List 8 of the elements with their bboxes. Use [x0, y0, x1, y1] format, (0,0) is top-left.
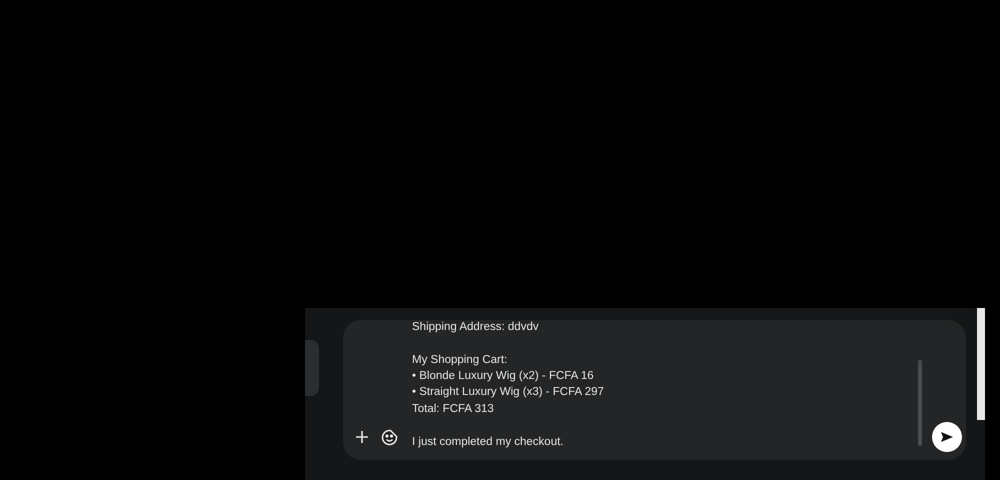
send-button[interactable]	[932, 422, 962, 452]
sticker-button[interactable]	[381, 429, 398, 446]
page-scrollbar[interactable]	[977, 308, 985, 420]
scrollbar[interactable]	[918, 360, 922, 446]
send-icon	[940, 431, 954, 443]
add-button[interactable]	[355, 430, 369, 444]
sticker-icon	[381, 429, 398, 446]
plus-icon	[355, 430, 369, 444]
